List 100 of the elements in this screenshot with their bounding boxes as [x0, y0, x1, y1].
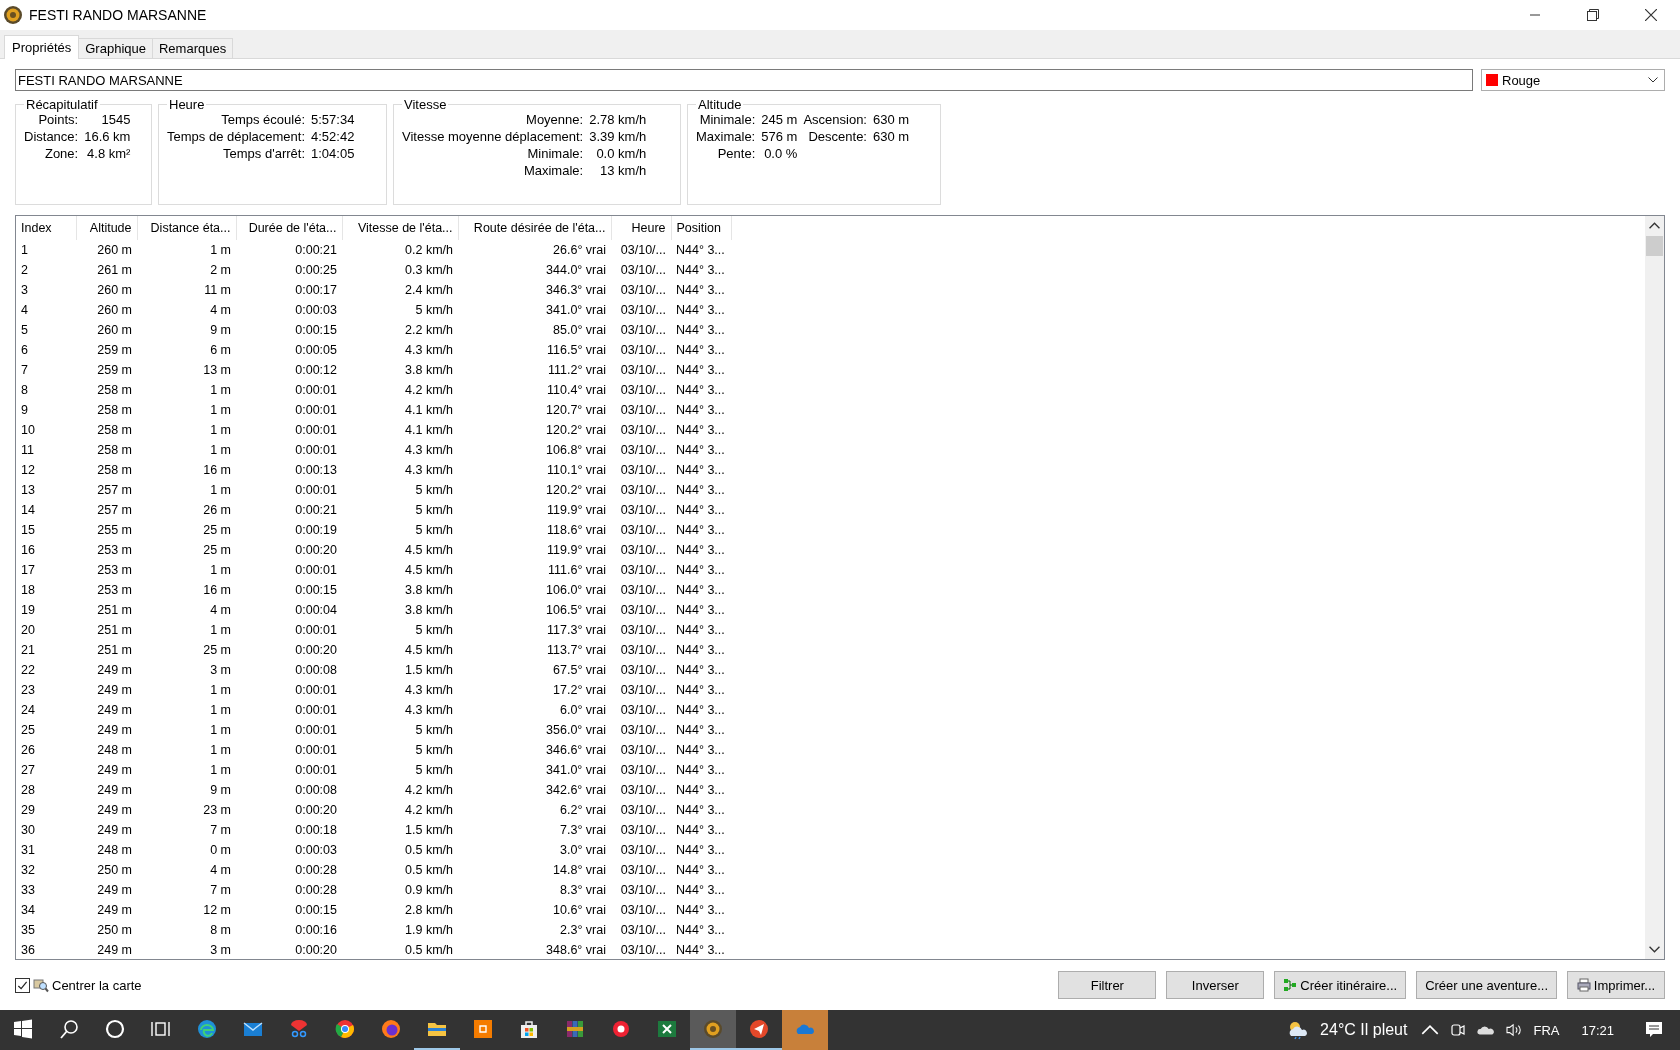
stat-label: Pente: [716, 146, 756, 162]
column-header[interactable]: Heure [611, 216, 671, 240]
table-cell-text: 9 m [209, 782, 232, 799]
table-cell-text: 03/10/... [619, 322, 667, 339]
table-cell-text: 03/10/... [619, 642, 667, 659]
table-cell-text: 13 m [202, 362, 232, 379]
column-header[interactable]: Distance éta... [137, 216, 236, 240]
stat-label: Distance: [24, 129, 79, 145]
table-cell-text: 5 [20, 322, 29, 339]
table-cell: 03/10/... [611, 240, 671, 260]
action-button[interactable]: Inverser [1166, 971, 1265, 999]
scroll-down-icon[interactable] [1649, 946, 1660, 953]
action-button[interactable]: Créer itinéraire... [1274, 971, 1407, 999]
name-field[interactable]: FESTI RANDO MARSANNE [15, 69, 1473, 91]
table-cell-text: 03/10/... [619, 882, 667, 899]
column-header[interactable]: Vitesse de l'éta... [342, 216, 458, 240]
stat-label: Minimale: [698, 112, 756, 128]
table-cell: 26.6° vrai [458, 240, 611, 260]
table-cell-text: N44° 3... [675, 582, 726, 599]
table-cell-text: 1 m [209, 382, 232, 399]
scroll-up-icon[interactable] [1649, 222, 1660, 229]
table-cell-text: 36 [20, 942, 36, 959]
table-cell-text: 4.5 km/h [404, 562, 454, 579]
vertical-scrollbar[interactable] [1645, 216, 1664, 959]
table-cell: 1 m [137, 240, 236, 260]
table-cell-text: 0:00:01 [294, 482, 338, 499]
table-cell-text: 5 km/h [414, 762, 454, 779]
table-cell-text: 03/10/... [619, 842, 667, 859]
table-cell-text: 0:00:01 [294, 622, 338, 639]
close-icon [1645, 9, 1657, 21]
table-cell-text: N44° 3... [675, 622, 726, 639]
table-cell-text: 03/10/... [619, 582, 667, 599]
table-cell-text: 1 m [209, 482, 232, 499]
table-cell-text: 249 m [96, 762, 133, 779]
table-cell-text: 0:00:28 [294, 862, 338, 879]
camera-icon[interactable] [1449, 1023, 1468, 1037]
action-button[interactable]: Créer une aventure... [1416, 971, 1557, 999]
table-cell-text: 1 m [209, 742, 232, 759]
stat-label: Points: [37, 112, 79, 128]
action-button[interactable]: Filtrer [1058, 971, 1157, 999]
table-cell-text: 1 m [209, 682, 232, 699]
table-cell-text: 25 m [202, 642, 232, 659]
column-header[interactable]: Durée de l'éta... [236, 216, 342, 240]
table-cell-text: 249 m [96, 782, 133, 799]
table-cell-text: 111.6° vrai [546, 562, 607, 579]
table-cell-text: 14 [20, 502, 36, 519]
tab[interactable]: Graphique [78, 38, 153, 58]
table-cell-text: 4.5 km/h [404, 642, 454, 659]
table-cell-text: 03/10/... [619, 462, 667, 479]
scrollbar-thumb[interactable] [1646, 236, 1663, 256]
color-dropdown[interactable]: Rouge [1481, 69, 1665, 91]
table-cell-text: 356.0° vrai [545, 722, 607, 739]
table-cell-text: 1 m [209, 422, 232, 439]
tab[interactable]: Propriétés [4, 35, 80, 59]
table-cell-text: 260 m [96, 302, 133, 319]
column-header[interactable]: Altitude [76, 216, 137, 240]
speaker-icon[interactable] [1505, 1023, 1524, 1037]
table-cell-text: 348.6° vrai [545, 942, 607, 959]
table-cell-text: 34 [20, 902, 36, 919]
stat-value: 0.0 % [763, 146, 798, 162]
table-cell: 0:00:21 [236, 240, 342, 260]
table-cell-text: 253 m [96, 582, 133, 599]
table-cell-text: 0:00:20 [294, 802, 338, 819]
clock[interactable]: 17:21 [1581, 1022, 1614, 1038]
table-cell-text: 28 [20, 782, 36, 799]
table-cell-text: 03/10/... [619, 902, 667, 919]
disc-icon [611, 1019, 631, 1039]
column-header[interactable]: Position [671, 216, 731, 240]
table-cell-text: 346.3° vrai [545, 282, 607, 299]
table-cell-text: 4 [20, 302, 29, 319]
table-cell-text: 1 m [209, 722, 232, 739]
table-cell-text: N44° 3... [675, 782, 726, 799]
table-cell-text: 03/10/... [619, 382, 667, 399]
table-cell-text: 249 m [96, 902, 133, 919]
table-cell-text: 1.9 km/h [404, 922, 454, 939]
weather-text[interactable]: 24°C Il pleut [1320, 1021, 1408, 1039]
action-button[interactable]: Imprimer... [1567, 971, 1665, 999]
table-cell-text: 5 km/h [414, 302, 454, 319]
checkbox[interactable] [15, 977, 30, 993]
table-cell-text: 341.0° vrai [545, 762, 607, 779]
table-cell: 1 [16, 240, 76, 260]
table-cell-text: 03/10/... [619, 482, 667, 499]
table-cell-text: 117.3° vrai [546, 622, 607, 639]
circle-icon [105, 1019, 125, 1039]
table-cell-text: 249 m [96, 702, 133, 719]
table-cell-text: N44° 3... [675, 442, 726, 459]
table-cell-text: 03/10/... [619, 362, 667, 379]
table-cell-text: 3.8 km/h [404, 602, 454, 619]
table-cell-text: 9 [20, 402, 29, 419]
spreadsheet-icon [657, 1019, 677, 1039]
column-header[interactable]: Route désirée de l'éta... [458, 216, 611, 240]
column-header[interactable]: Index [16, 216, 76, 240]
table-cell-text: 249 m [96, 662, 133, 679]
chevron-up-icon[interactable] [1421, 1023, 1440, 1037]
language-indicator[interactable]: FRA [1533, 1022, 1560, 1038]
table-cell-text: 03/10/... [619, 402, 667, 419]
table-cell-text: 5 km/h [414, 722, 454, 739]
group-title: Heure [168, 97, 206, 112]
table-cell-text: 5 km/h [414, 502, 454, 519]
tab[interactable]: Remarques [151, 38, 234, 58]
